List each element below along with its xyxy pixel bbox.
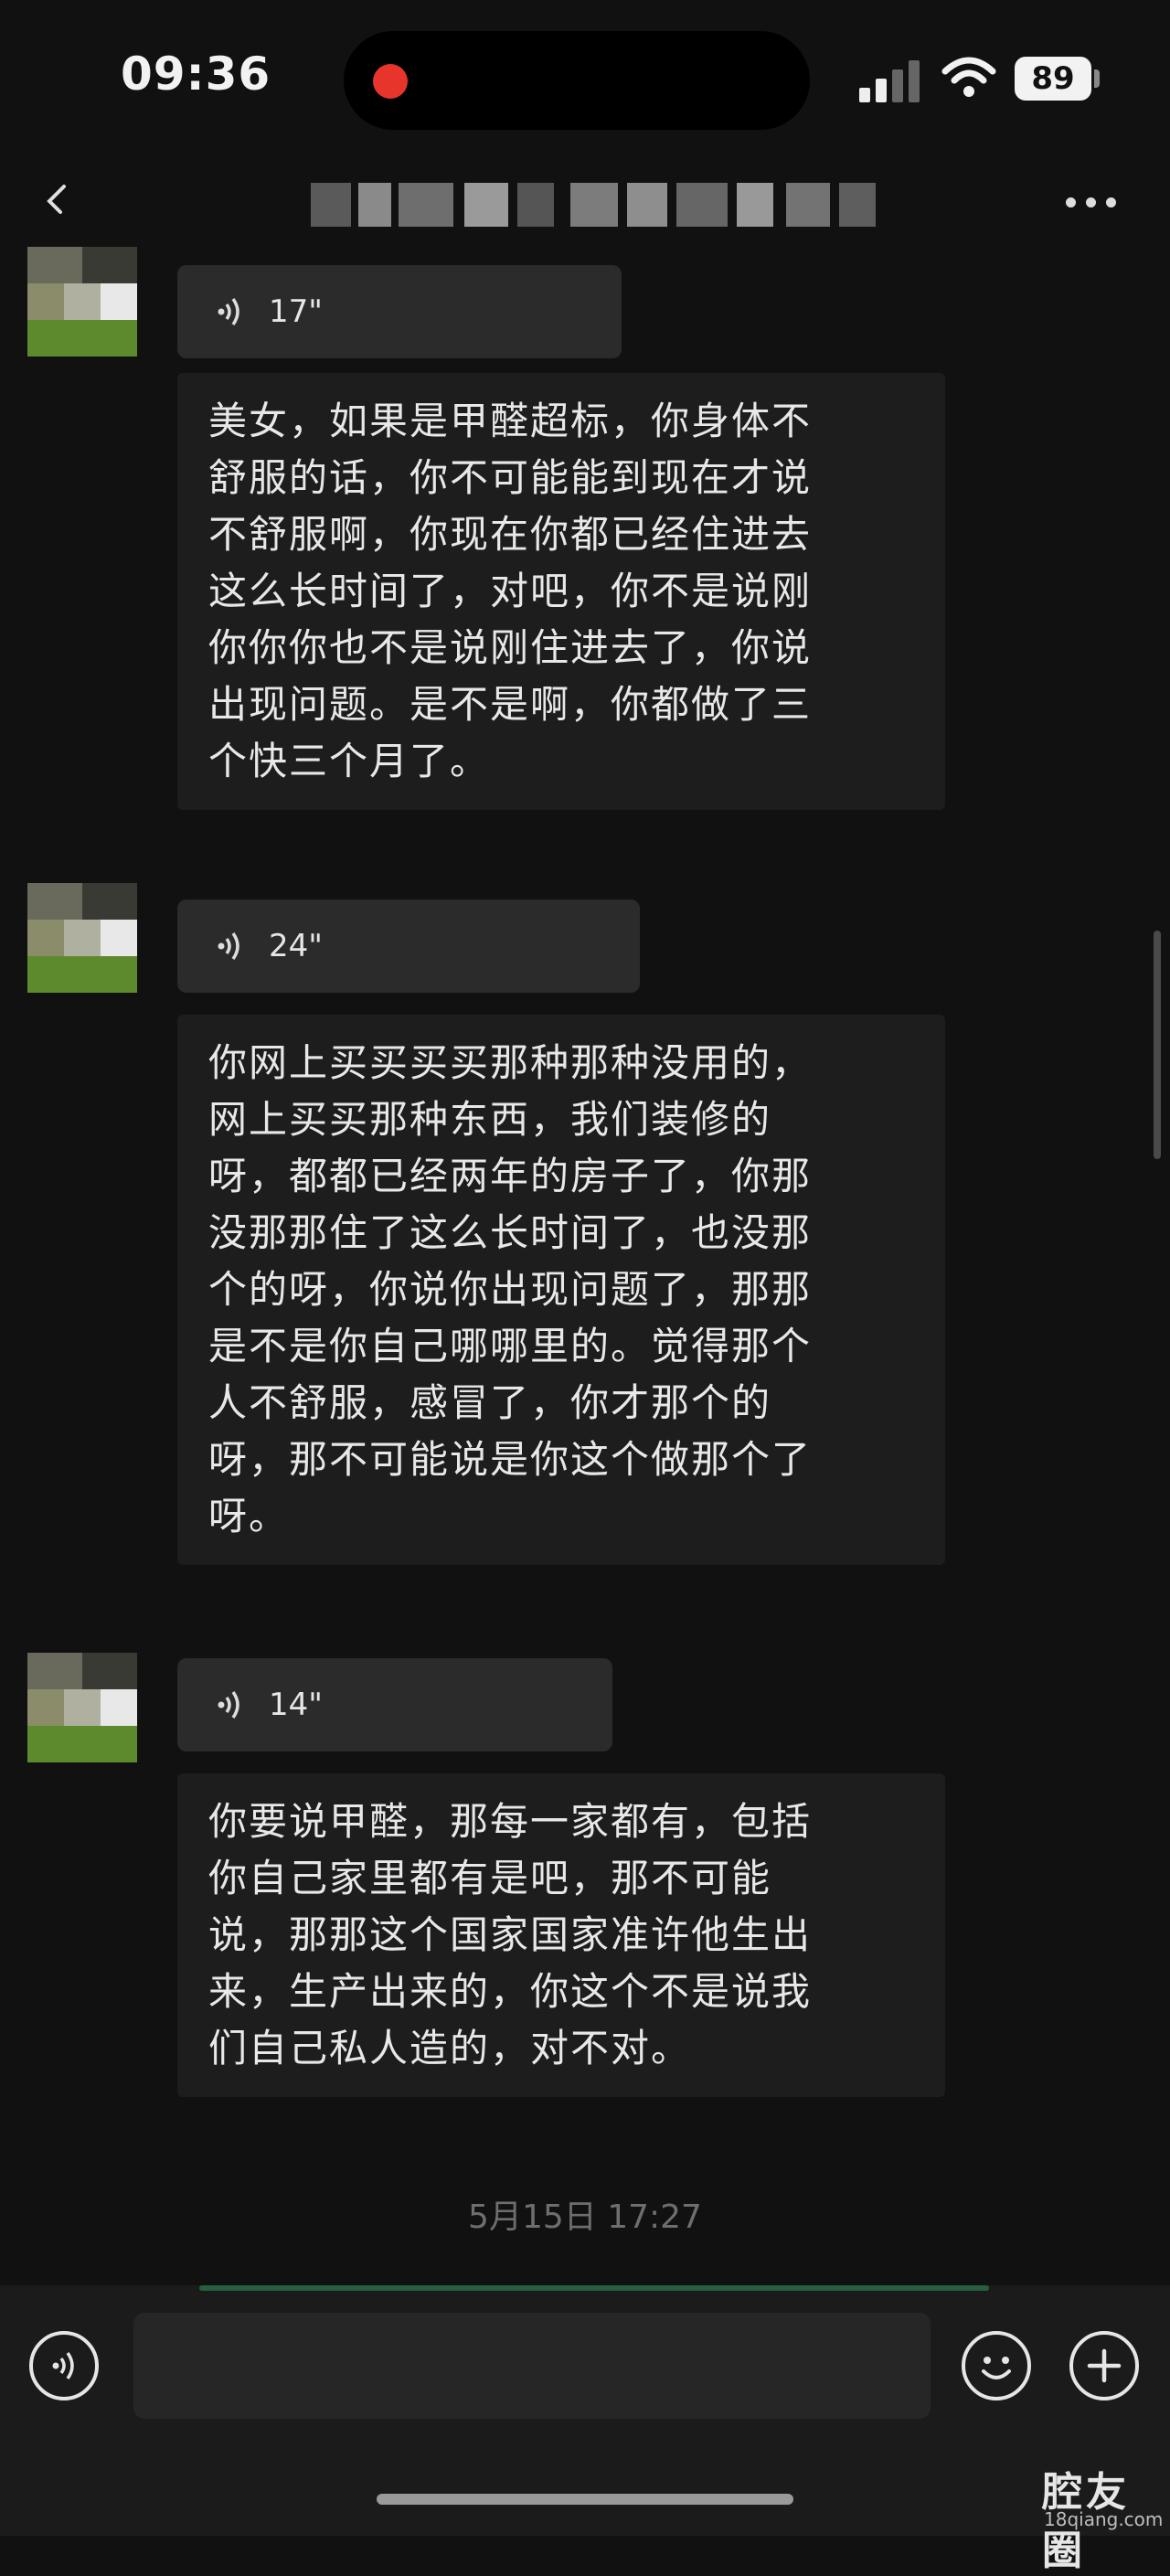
transcript-line: 出现问题。是不是啊，你都做了三 <box>208 682 813 727</box>
more-dots-icon[interactable] <box>1066 194 1121 212</box>
recording-dot-icon <box>373 64 408 99</box>
avatar[interactable] <box>27 883 137 993</box>
emoji-icon <box>982 2357 1011 2379</box>
battery-tip <box>1094 69 1100 88</box>
emoji-button[interactable] <box>962 2331 1031 2400</box>
status-time: 09:36 <box>121 48 271 101</box>
transcript-line: 呀，都都已经两年的房子了，你那 <box>208 1154 813 1198</box>
chat-title-pixelated <box>311 183 878 227</box>
chat-timestamp: 5月15日 17:27 <box>468 2198 702 2236</box>
cellular-signal-icon <box>859 60 923 102</box>
transcript-line: 个的呀，你说你出现问题了，那那 <box>208 1267 813 1312</box>
transcript-line: 说，那那这个国家国家准许他生出 <box>208 1912 813 1957</box>
chevron-left-icon[interactable] <box>37 181 73 218</box>
transcript-line: 来，生产出来的，你这个不是说我 <box>208 1969 813 2014</box>
voice-transcript: 你网上买买买买那种那种没用的， 网上买买那种东西，我们装修的 呀，都都已经两年的… <box>177 1015 945 1565</box>
add-button[interactable] <box>1069 2331 1139 2400</box>
transcript-line: 网上买买那种东西，我们装修的 <box>208 1097 772 1142</box>
message-input[interactable] <box>133 2313 931 2419</box>
voice-transcript: 美女，如果是甲醛超标，你身体不 舒服的话，你不可能能到现在才说 不舒服啊，你现在… <box>177 373 945 810</box>
voice-transcript: 你要说甲醛，那每一家都有，包括 你自己家里都有是吧，那不可能 说，那那这个国家国… <box>177 1773 945 2097</box>
voice-duration: 14" <box>269 1687 323 1723</box>
transcript-line: 美女，如果是甲醛超标，你身体不 <box>208 399 813 443</box>
transcript-line: 是不是你自己哪哪里的。觉得那个 <box>208 1324 813 1368</box>
voice-duration: 24" <box>269 928 323 964</box>
input-highlight-line <box>199 2285 989 2291</box>
transcript-line: 你自己家里都有是吧，那不可能 <box>208 1856 772 1900</box>
transcript-line: 没那那住了这么长时间了，也没那 <box>208 1210 813 1255</box>
voice-message-bubble[interactable]: 24" <box>177 899 640 993</box>
wifi-icon <box>941 57 996 97</box>
voice-message-bubble[interactable]: 14" <box>177 1658 612 1751</box>
home-indicator[interactable] <box>377 2494 793 2505</box>
transcript-line: 不舒服啊，你现在你都已经住进去 <box>208 512 813 557</box>
transcript-line: 呀。 <box>208 1494 290 1538</box>
transcript-line: 你网上买买买买那种那种没用的， <box>208 1040 813 1085</box>
watermark-url: 18qiang.com <box>1044 2508 1164 2530</box>
battery-indicator: 89 <box>1015 57 1091 101</box>
avatar[interactable] <box>27 247 137 357</box>
voice-wave-icon <box>218 931 239 961</box>
transcript-line: 你要说甲醛，那每一家都有，包括 <box>208 1799 813 1844</box>
transcript-line: 们自己私人造的，对不对。 <box>208 2026 692 2070</box>
transcript-line: 人不舒服，感冒了，你才那个的 <box>208 1380 772 1425</box>
voice-wave-icon <box>218 1690 239 1719</box>
voice-toggle-button[interactable] <box>29 2331 99 2400</box>
voice-wave-icon <box>218 297 239 326</box>
avatar[interactable] <box>27 1653 137 1762</box>
transcript-line: 个快三个月了。 <box>208 739 491 783</box>
transcript-line: 这么长时间了，对吧，你不是说刚 <box>208 569 813 613</box>
voice-message-bubble[interactable]: 17" <box>177 265 622 358</box>
transcript-line: 呀，那不可能说是你这个做那个了 <box>208 1437 813 1482</box>
transcript-line: 舒服的话，你不可能能到现在才说 <box>208 455 813 500</box>
scrollbar[interactable] <box>1154 931 1161 1159</box>
plus-icon <box>1087 2348 1122 2383</box>
voice-duration: 17" <box>269 293 323 330</box>
voice-icon <box>52 2351 74 2380</box>
transcript-line: 你你你也不是说刚住进去了，你说 <box>208 625 813 670</box>
dynamic-island <box>344 31 810 130</box>
